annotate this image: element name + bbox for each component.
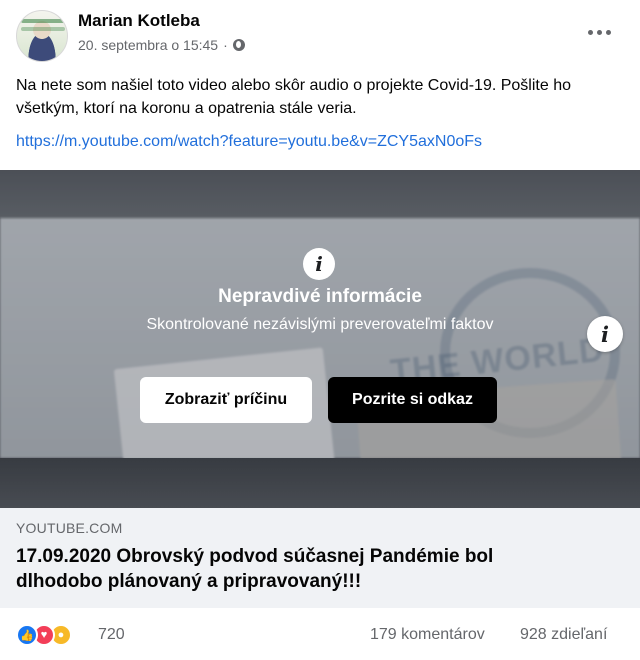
reaction-icons[interactable]: 👍 ♥ ●: [16, 624, 72, 646]
post-header: Marian Kotleba 20. septembra o 15:45 ·: [0, 0, 640, 66]
author-name[interactable]: Marian Kotleba: [78, 11, 200, 31]
share-count[interactable]: 928 zdieľaní: [520, 626, 607, 644]
post-link[interactable]: https://m.youtube.com/watch?feature=yout…: [16, 133, 482, 151]
link-domain: YOUTUBE.COM: [16, 520, 123, 536]
comment-count[interactable]: 179 komentárov: [370, 626, 485, 644]
overlay-veil: [0, 170, 640, 508]
avatar-stripe: [21, 19, 65, 23]
dot-icon: [587, 29, 593, 35]
false-info-overlay: THE WORLD BANK i Nepravdivé informácie S…: [0, 170, 640, 508]
author-avatar[interactable]: [16, 10, 68, 62]
view-link-button[interactable]: Pozrite si odkaz: [328, 377, 497, 423]
link-title[interactable]: 17.09.2020 Obrovský podvod súčasnej Pand…: [16, 544, 576, 594]
reaction-count[interactable]: 720: [98, 626, 125, 644]
post-meta: 20. septembra o 15:45 ·: [78, 37, 245, 53]
fact-check-info-icon[interactable]: i: [587, 316, 623, 352]
post-timestamp[interactable]: 20. septembra o 15:45: [78, 37, 218, 53]
globe-icon[interactable]: [232, 39, 245, 51]
show-reason-button[interactable]: Zobraziť príčinu: [140, 377, 312, 423]
meta-separator: ·: [223, 37, 228, 53]
dot-icon: [605, 29, 611, 35]
warning-title: Nepravdivé informácie: [218, 286, 422, 307]
like-reaction-icon: 👍: [16, 624, 38, 646]
engagement-bar: 👍 ♥ ● 720 179 komentárov 928 zdieľaní: [0, 612, 640, 660]
warning-subtitle: Skontrolované nezávislými preverovateľmi…: [146, 316, 494, 333]
dot-icon: [596, 29, 602, 35]
more-options-button[interactable]: [584, 22, 614, 42]
avatar-stripe: [21, 27, 65, 31]
info-icon: i: [303, 248, 335, 280]
post-text: Na nete som našiel toto video alebo skôr…: [16, 77, 571, 117]
link-preview-card[interactable]: YOUTUBE.COM 17.09.2020 Obrovský podvod s…: [0, 508, 640, 608]
